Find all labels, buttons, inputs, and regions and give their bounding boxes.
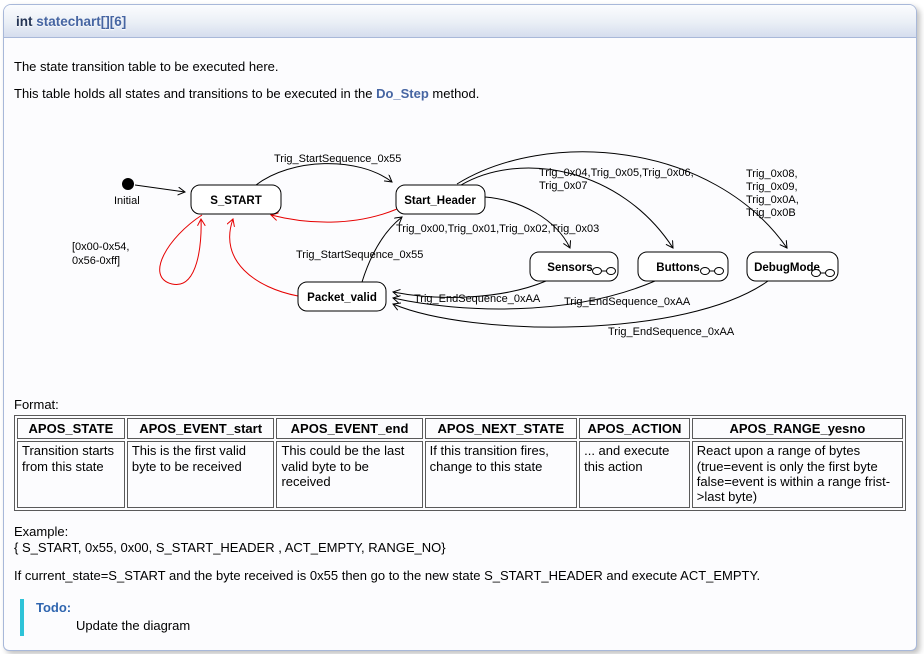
column-desc: If this transition fires, change to this… (425, 441, 577, 507)
statechart-svg: Initial S_START Start_Header Sensors (6, 125, 917, 391)
member-title-bar: int statechart[][6] (4, 5, 916, 38)
column-header: APOS_STATE (17, 418, 125, 439)
column-header: APOS_RANGE_yesno (692, 418, 903, 439)
column-header: APOS_EVENT_start (127, 418, 275, 439)
edge-label: Trig_0x09, (746, 181, 798, 193)
edge-label: Trig_0x00,Trig_0x01,Trig_0x02,Trig_0x03 (396, 223, 599, 235)
state-node-packet-valid: Packet_valid (298, 282, 386, 311)
member-name-link[interactable]: statechart[][6] (36, 14, 126, 29)
edge-packet-valid-to-s-start (230, 219, 298, 296)
todo-block: Todo: Update the diagram (20, 599, 906, 636)
format-table: APOS_STATE APOS_EVENT_start APOS_EVENT_e… (14, 415, 906, 511)
svg-text:Start_Header: Start_Header (404, 195, 476, 207)
edge-label: Trig_0x0A, (746, 194, 799, 206)
detail-description: This table holds all states and transiti… (14, 86, 906, 101)
edge-initial-to-s-start (135, 185, 185, 192)
edge-label: 0x56-0xff] (72, 255, 120, 267)
detail-text-after: method. (429, 86, 480, 101)
state-node-s-start: S_START (191, 185, 281, 214)
svg-text:Sensors: Sensors (547, 262, 592, 274)
column-header: APOS_NEXT_STATE (425, 418, 577, 439)
detail-text-before: This table holds all states and transiti… (14, 86, 376, 101)
example-label: Example: (14, 524, 906, 540)
column-header: APOS_EVENT_end (276, 418, 422, 439)
svg-text:S_START: S_START (210, 195, 262, 207)
state-node-debugmode: DebugMode (747, 252, 838, 281)
todo-label: Todo: (36, 600, 906, 615)
edge-s-start-to-start-header (256, 164, 392, 185)
member-doc-body: The state transition table to be execute… (4, 38, 916, 650)
edge-label: Trig_0x08, (746, 168, 798, 180)
edge-label: Trig_0x07 (539, 180, 588, 192)
column-desc: ... and execute this action (579, 441, 690, 507)
member-documentation: int statechart[][6] The state transition… (3, 4, 917, 651)
column-desc: This is the first valid byte to be recei… (127, 441, 275, 507)
edge-label: Trig_StartSequence_0x55 (296, 249, 423, 261)
edge-label: Trig_0x04,Trig_0x05,Trig_0x06, (539, 167, 694, 179)
initial-state-label: Initial (114, 195, 140, 207)
statechart-diagram: Initial S_START Start_Header Sensors (6, 125, 906, 391)
example-block: Example: { S_START, 0x55, 0x00, S_START_… (14, 524, 906, 557)
edge-label: Trig_EndSequence_0xAA (608, 326, 735, 338)
do-step-link[interactable]: Do_Step (376, 86, 429, 101)
edge-start-header-to-s-start (271, 209, 397, 222)
format-table-desc-row: Transition starts from this state This i… (17, 441, 903, 507)
edge-label: Trig_0x0B (746, 207, 796, 219)
edge-label: Trig_EndSequence_0xAA (414, 293, 541, 305)
state-node-start-header: Start_Header (396, 185, 485, 214)
svg-text:Packet_valid: Packet_valid (307, 292, 377, 304)
example-explanation: If current_state=S_START and the byte re… (14, 568, 906, 583)
state-node-buttons: Buttons (638, 252, 728, 281)
edge-s-start-self-loop (160, 215, 202, 285)
format-table-header-row: APOS_STATE APOS_EVENT_start APOS_EVENT_e… (17, 418, 903, 439)
state-node-sensors: Sensors (530, 252, 618, 281)
member-type: int (16, 14, 36, 29)
column-desc: Transition starts from this state (17, 441, 125, 507)
brief-description: The state transition table to be execute… (14, 59, 906, 74)
column-desc: This could be the last valid byte to be … (276, 441, 422, 507)
edge-label: Trig_StartSequence_0x55 (274, 153, 401, 165)
svg-text:DebugMode: DebugMode (754, 262, 820, 274)
todo-text: Update the diagram (76, 618, 906, 633)
initial-state-dot (122, 178, 134, 190)
example-code: { S_START, 0x55, 0x00, S_START_HEADER , … (14, 540, 906, 556)
edge-label: [0x00-0x54, (72, 241, 129, 253)
column-header: APOS_ACTION (579, 418, 690, 439)
edge-label: Trig_EndSequence_0xAA (564, 296, 691, 308)
column-desc: React upon a range of bytes (true=event … (692, 441, 903, 507)
svg-text:Buttons: Buttons (656, 262, 699, 274)
format-label: Format: (14, 397, 906, 412)
